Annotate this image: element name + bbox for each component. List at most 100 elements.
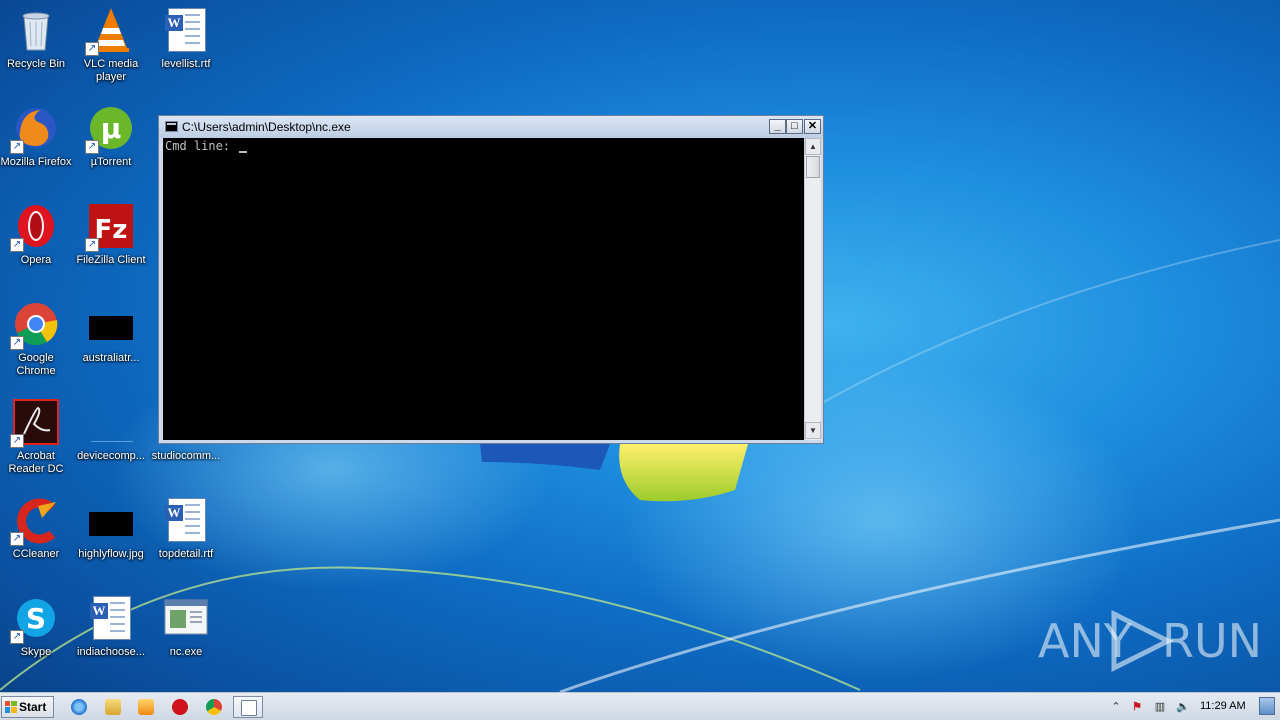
desktop-icon-vlc[interactable]: ↗ VLC media player — [73, 6, 149, 84]
maximize-button[interactable]: □ — [786, 119, 803, 134]
desktop-icon-label: levellist.rtf — [161, 58, 211, 70]
svg-text:S: S — [26, 602, 46, 635]
desktop-icon-label: Opera — [20, 254, 52, 266]
console-window[interactable]: C:\Users\admin\Desktop\nc.exe _ □ ✕ Cmd … — [158, 115, 824, 444]
explorer-icon — [105, 699, 121, 715]
desktop-icon-label: FileZilla Client — [76, 254, 146, 266]
desktop-icon-recycle-bin[interactable]: Recycle Bin — [0, 6, 74, 71]
console-output[interactable]: Cmd line: — [163, 138, 804, 440]
action-center-icon[interactable]: ⚑ — [1130, 700, 1144, 714]
taskbar-media-player[interactable] — [131, 696, 161, 718]
scroll-thumb[interactable] — [806, 156, 820, 178]
console-icon — [165, 121, 178, 132]
shortcut-arrow-icon: ↗ — [85, 42, 99, 56]
firefox-icon: ↗ — [10, 104, 60, 154]
volume-icon[interactable]: 🔈 — [1176, 700, 1190, 714]
shortcut-arrow-icon: ↗ — [10, 140, 24, 154]
start-button[interactable]: Start — [1, 696, 54, 718]
desktop-icon-topdetail[interactable]: W topdetail.rtf — [148, 496, 224, 561]
taskbar: Start ⌃ ⚑ ▥ 🔈 11:29 AM — [0, 692, 1280, 720]
desktop-icon-filezilla[interactable]: Fz ↗ FileZilla Client — [73, 202, 149, 267]
taskbar-opera[interactable] — [165, 696, 195, 718]
taskbar-console[interactable] — [233, 696, 263, 718]
desktop-icon-label: nc.exe — [169, 646, 203, 658]
text-cursor — [239, 151, 248, 153]
windows-logo-icon — [5, 701, 17, 713]
console-prompt: Cmd line: — [165, 139, 238, 153]
shortcut-arrow-icon: ↗ — [10, 630, 24, 644]
opera-icon — [172, 699, 188, 715]
desktop-icon-label: studiocomm... — [151, 450, 221, 462]
file-icon — [87, 398, 135, 446]
desktop-icon-label: Skype — [20, 646, 52, 658]
desktop-icon-label: CCleaner — [12, 548, 60, 560]
desktop-icon-indiachoose[interactable]: W indiachoose... — [73, 594, 149, 659]
desktop-icon-skype[interactable]: S ↗ Skype — [0, 594, 74, 659]
opera-icon: ↗ — [10, 202, 60, 252]
internet-explorer-icon — [71, 699, 87, 715]
vertical-scrollbar[interactable]: ▲ ▼ — [804, 138, 821, 440]
filezilla-icon: Fz ↗ — [85, 202, 135, 252]
desktop-icon-label: topdetail.rtf — [158, 548, 214, 560]
scroll-up-icon[interactable]: ▲ — [805, 138, 821, 155]
system-tray: ⌃ ⚑ ▥ 🔈 — [1104, 693, 1280, 720]
show-desktop-button[interactable] — [1259, 697, 1275, 715]
vlc-icon: ↗ — [85, 6, 135, 56]
desktop-icon-ccleaner[interactable]: ↗ CCleaner — [0, 496, 74, 561]
desktop-icon-label: VLC media player — [83, 58, 139, 83]
minimize-button[interactable]: _ — [769, 119, 786, 134]
media-player-icon — [138, 699, 154, 715]
desktop-icon-levellist[interactable]: W levellist.rtf — [148, 6, 224, 71]
desktop-icon-label: Google Chrome — [16, 352, 56, 377]
shortcut-arrow-icon: ↗ — [10, 434, 24, 448]
desktop-icon-label: australiatr... — [82, 352, 140, 364]
clock[interactable]: 11:29 AM — [1200, 700, 1246, 712]
desktop-icon-acrobat[interactable]: ↗ Acrobat Reader DC — [0, 398, 74, 476]
ccleaner-icon: ↗ — [10, 496, 60, 546]
desktop-icon-firefox[interactable]: ↗ Mozilla Firefox — [0, 104, 74, 169]
utorrent-icon: µ ↗ — [85, 104, 135, 154]
recycle-bin-icon — [12, 6, 60, 54]
desktop: Recycle Bin ↗ Mozilla Firefox ↗ Opera ↗ … — [0, 0, 1280, 692]
desktop-icon-label: indiachoose... — [77, 646, 145, 658]
desktop-icon-label: Mozilla Firefox — [0, 156, 72, 168]
shortcut-arrow-icon: ↗ — [10, 532, 24, 546]
desktop-icon-utorrent[interactable]: µ ↗ µTorrent — [73, 104, 149, 169]
console-icon — [241, 700, 257, 716]
start-label: Start — [19, 700, 47, 714]
desktop-icon-label: Acrobat Reader DC — [8, 450, 64, 475]
svg-text:µ: µ — [101, 112, 122, 145]
network-icon[interactable]: ▥ — [1153, 700, 1167, 714]
desktop-icon-label: Recycle Bin — [6, 58, 66, 70]
close-button[interactable]: ✕ — [804, 119, 821, 134]
chrome-icon — [206, 699, 222, 715]
desktop-icon-opera[interactable]: ↗ Opera — [0, 202, 74, 267]
image-file-icon — [87, 496, 135, 544]
image-file-icon — [87, 300, 135, 348]
watermark-text-right: RUN — [1162, 614, 1263, 668]
taskbar-internet-explorer[interactable] — [64, 696, 94, 718]
desktop-icon-label: highlyflow.jpg — [78, 548, 144, 560]
shortcut-arrow-icon: ↗ — [85, 238, 99, 252]
word-document-icon: W — [162, 496, 210, 544]
word-document-icon: W — [162, 6, 210, 54]
word-document-icon: W — [87, 594, 135, 642]
taskbar-chrome[interactable] — [199, 696, 229, 718]
desktop-icon-devicecomp[interactable]: devicecomp... — [73, 398, 149, 463]
console-title: C:\Users\admin\Desktop\nc.exe — [182, 120, 351, 134]
executable-icon — [162, 594, 210, 642]
shortcut-arrow-icon: ↗ — [10, 336, 24, 350]
desktop-icon-highlyflow[interactable]: highlyflow.jpg — [73, 496, 149, 561]
desktop-icon-australiatr[interactable]: australiatr... — [73, 300, 149, 365]
show-hidden-icons-icon[interactable]: ⌃ — [1109, 700, 1123, 714]
desktop-icon-chrome[interactable]: ↗ Google Chrome — [0, 300, 74, 378]
desktop-icon-label: µTorrent — [90, 156, 132, 168]
taskbar-explorer[interactable] — [98, 696, 128, 718]
console-titlebar[interactable]: C:\Users\admin\Desktop\nc.exe _ □ ✕ — [159, 116, 823, 138]
skype-icon: S ↗ — [10, 594, 60, 644]
desktop-icon-nc-exe[interactable]: nc.exe — [148, 594, 224, 659]
acrobat-icon: ↗ — [10, 398, 60, 448]
shortcut-arrow-icon: ↗ — [10, 238, 24, 252]
scroll-down-icon[interactable]: ▼ — [805, 422, 821, 439]
chrome-icon: ↗ — [10, 300, 60, 350]
